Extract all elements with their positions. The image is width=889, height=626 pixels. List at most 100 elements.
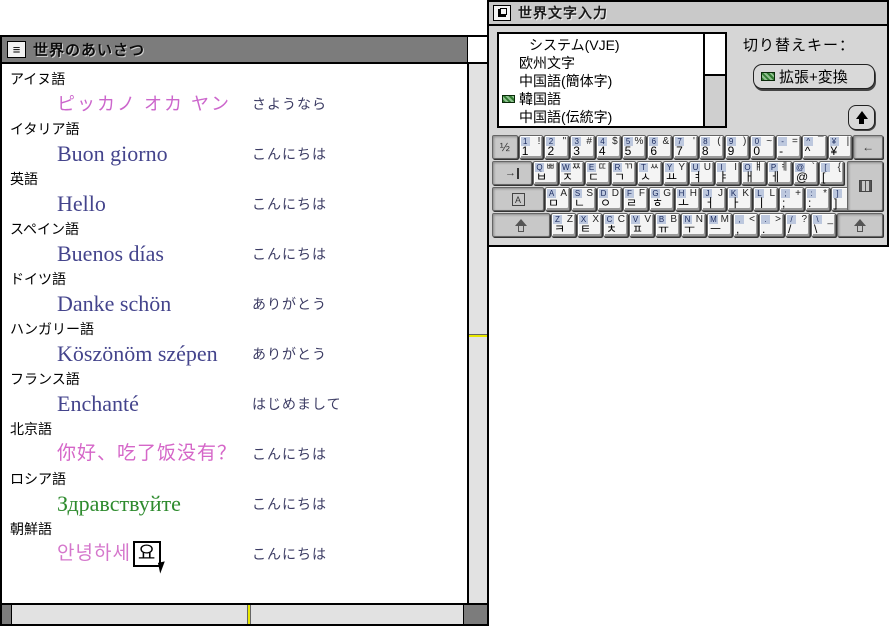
key-7[interactable]: 7'7	[673, 135, 698, 159]
backspace-key[interactable]: ←	[853, 135, 883, 159]
key-ㅂ[interactable]: Qㅃㅂ	[533, 161, 558, 185]
key-/[interactable]: /?/	[785, 213, 810, 237]
rollup-button[interactable]	[848, 105, 875, 130]
key-ㅡ[interactable]: MMㅡ	[707, 213, 732, 237]
key-shift-char: +	[795, 188, 801, 199]
key-ㅕ[interactable]: UUㅕ	[689, 161, 714, 185]
key-ㅏ[interactable]: KKㅏ	[727, 187, 752, 211]
key-:[interactable]: :*:	[805, 187, 830, 211]
shift-icon	[854, 219, 866, 232]
greeting-text: Buon giorno	[57, 141, 168, 166]
key-¥[interactable]: ¥|¥	[828, 135, 853, 159]
key-ㅠ[interactable]: BBㅠ	[655, 213, 680, 237]
key--[interactable]: -=-	[776, 135, 801, 159]
key-ㅋ[interactable]: ZZㅋ	[551, 213, 576, 237]
hscroll-left-cap[interactable]	[2, 605, 12, 624]
key-ㅈ[interactable]: Wㅉㅈ	[559, 161, 584, 185]
listbox-scrollbar[interactable]	[705, 32, 727, 128]
key-ㅁ[interactable]: AAㅁ	[545, 187, 570, 211]
key-8[interactable]: 8(8	[699, 135, 724, 159]
key-5[interactable]: 5%5	[622, 135, 647, 159]
key-ㅣ[interactable]: LLㅣ	[753, 187, 778, 211]
hscroll-right-cap[interactable]	[463, 605, 487, 624]
language-label: 英語	[2, 167, 467, 191]
key-ㅐ[interactable]: Oㅒㅐ	[741, 161, 766, 185]
composition-cursor-box[interactable]: 요	[133, 541, 161, 567]
key-shift-char: ㅖ	[780, 162, 789, 173]
key-2[interactable]: 2"2	[544, 135, 569, 159]
key-.[interactable]: .>.	[759, 213, 784, 237]
switch-key-button[interactable]: 拡張+変換	[753, 64, 875, 89]
key-main-char: ㅗ	[678, 197, 689, 209]
key-ㅛ[interactable]: YYㅛ	[663, 161, 688, 185]
key-ㅌ[interactable]: XXㅌ	[577, 213, 602, 237]
greeting-entry: 朝鮮語안녕하세요こんにちは	[2, 517, 467, 567]
key-shift-char: #	[586, 136, 592, 147]
titlebar[interactable]: ≡ 世界のあいさつ	[2, 37, 487, 64]
key-ㅅ[interactable]: Tㅆㅅ	[637, 161, 662, 185]
key-shift-char: ?	[801, 214, 807, 225]
key-ㅓ[interactable]: JJㅓ	[701, 187, 726, 211]
horizontal-scroll-marker[interactable]	[247, 605, 251, 624]
key-ㅔ[interactable]: Pㅖㅔ	[767, 161, 792, 185]
window-cascade-icon[interactable]	[493, 5, 511, 21]
key-ㅜ[interactable]: NNㅜ	[681, 213, 706, 237]
listbox-scroll-thumb[interactable]	[705, 34, 725, 76]
half-key[interactable]: ½	[492, 135, 518, 159]
selected-marker-icon	[502, 95, 515, 103]
key-\[interactable]: \_\	[811, 213, 836, 237]
greeting-entry: 北京語你好、吃了饭没有？こんにちは	[2, 417, 467, 467]
key-[[interactable]: [{[	[819, 161, 844, 185]
list-item-language[interactable]: 中国語(簡体字)	[499, 72, 703, 90]
key-@[interactable]: @`@	[793, 161, 818, 185]
key-4[interactable]: 4$4	[596, 135, 621, 159]
key-9[interactable]: 9)9	[725, 135, 750, 159]
key-^[interactable]: ^¯^	[802, 135, 827, 159]
key-ㅗ[interactable]: HHㅗ	[675, 187, 700, 211]
list-item-selected[interactable]: 韓国語	[499, 90, 703, 108]
key-ㅊ[interactable]: CCㅊ	[603, 213, 628, 237]
key-main-char: ㄱ	[614, 171, 625, 183]
key-main-char: ㅎ	[652, 197, 663, 209]
greeting-entry: ドイツ語Danke schönありがとう	[2, 267, 467, 317]
return-icon	[859, 180, 872, 192]
key-ㅍ[interactable]: VVㅍ	[629, 213, 654, 237]
key-0[interactable]: 0~0	[750, 135, 775, 159]
language-listbox[interactable]: システム(VJE)欧州文字中国語(簡体字)韓国語中国語(伝統字)	[497, 32, 705, 128]
key-shift-char: *	[823, 188, 827, 199]
window-title: 世界文字入力	[518, 3, 608, 23]
key-ㄹ[interactable]: FFㄹ	[623, 187, 648, 211]
key-ㄴ[interactable]: SSㄴ	[571, 187, 596, 211]
language-label: ドイツ語	[2, 267, 467, 291]
shift-key[interactable]	[837, 213, 883, 237]
list-item-language[interactable]: 欧州文字	[499, 54, 703, 72]
key-ㅇ[interactable]: DDㅇ	[597, 187, 622, 211]
list-item-language[interactable]: 中国語(伝統字)	[499, 108, 703, 126]
titlebar-bar[interactable]: ≡ 世界のあいさつ	[2, 37, 467, 62]
key-1[interactable]: 1!1	[519, 135, 544, 159]
window-world-greetings: ≡ 世界のあいさつ アイヌ語ピッカノ オカ ヤンさようならイタリア語Buon g…	[0, 35, 489, 626]
greeting-entry: ロシア語Здравствуйтеこんにちは	[2, 467, 467, 517]
key-,[interactable]: ,<,	[733, 213, 758, 237]
key-ㄱ[interactable]: Rㄲㄱ	[611, 161, 636, 185]
key-main-char: ;	[782, 197, 785, 209]
vertical-scrollbar[interactable]	[467, 64, 487, 603]
titlebar[interactable]: 世界文字入力	[489, 2, 887, 26]
horizontal-scrollbar[interactable]	[12, 605, 463, 624]
key-ㅎ[interactable]: GGㅎ	[649, 187, 674, 211]
key-6[interactable]: 6&6	[647, 135, 672, 159]
list-item-language[interactable]: システム(VJE)	[499, 36, 703, 54]
key-ㅑ[interactable]: IIㅑ	[715, 161, 740, 185]
window-menu-icon[interactable]: ≡	[7, 41, 26, 58]
return-key[interactable]	[847, 161, 883, 211]
key-ㄷ[interactable]: Eㄸㄷ	[585, 161, 610, 185]
window-world-char-input: 世界文字入力 システム(VJE)欧州文字中国語(簡体字)韓国語中国語(伝統字) …	[487, 0, 889, 247]
shift-key[interactable]	[492, 213, 550, 237]
tab-key[interactable]: →	[492, 161, 532, 185]
caps-key[interactable]: A	[492, 187, 544, 211]
key-main-char: ㅕ	[692, 171, 703, 183]
vertical-scroll-marker[interactable]	[469, 334, 487, 337]
key-;[interactable]: ;+;	[779, 187, 804, 211]
key-shift-char: ㅒ	[754, 162, 763, 173]
key-3[interactable]: 3#3	[570, 135, 595, 159]
